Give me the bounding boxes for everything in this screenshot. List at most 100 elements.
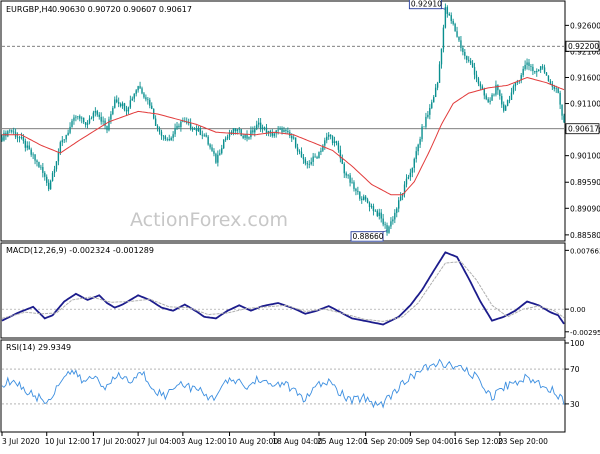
x-tick-label: 9 Sep 04:00 xyxy=(408,437,454,446)
candle-body xyxy=(538,70,540,72)
candle-body xyxy=(174,128,176,135)
candle-body xyxy=(145,97,147,100)
candle-body xyxy=(55,161,58,170)
candle-body xyxy=(84,122,87,125)
candle-body xyxy=(221,148,223,154)
candle-body xyxy=(561,104,563,116)
candle-body xyxy=(294,137,297,148)
candle-body xyxy=(304,159,307,164)
candle-body xyxy=(335,141,338,143)
candle-body xyxy=(376,210,379,216)
candle-body xyxy=(547,75,550,82)
candle-body xyxy=(524,64,526,69)
candle-body xyxy=(75,116,77,118)
x-tick-label: 16 Sep 12:00 xyxy=(453,437,503,446)
candle-body xyxy=(351,182,353,183)
candle-body xyxy=(431,102,433,108)
candle-body xyxy=(285,129,287,131)
candle-body xyxy=(127,107,130,112)
candle-body xyxy=(481,86,484,90)
candle-body xyxy=(26,145,28,148)
watermark: ActionForex.com xyxy=(130,209,288,231)
candle-body xyxy=(347,175,349,176)
candle-body xyxy=(149,99,151,106)
candle-body xyxy=(555,88,557,89)
candle-body xyxy=(370,206,373,208)
rsi-y-tick-label: 30 xyxy=(570,400,580,409)
candle-body xyxy=(197,128,200,132)
candle-body xyxy=(49,181,52,190)
macd-y-tick-label: -0.002952 xyxy=(570,329,600,337)
candle-body xyxy=(176,125,178,129)
candle-body xyxy=(392,219,394,222)
candle-body xyxy=(92,112,95,118)
candle-body xyxy=(114,99,116,108)
candle-body xyxy=(88,118,91,124)
candle-body xyxy=(345,173,347,176)
candle-body xyxy=(291,135,293,139)
candle-body xyxy=(209,144,211,148)
candle-body xyxy=(292,137,295,139)
candle-body xyxy=(108,119,110,131)
sma-line xyxy=(2,76,565,196)
candle-body xyxy=(102,120,104,122)
price-y-tick-label: 0.91600 xyxy=(570,73,600,82)
candle-body xyxy=(364,196,367,200)
candle-body xyxy=(170,137,172,141)
candle-body xyxy=(359,191,361,199)
candle-body xyxy=(30,149,32,155)
candle-body xyxy=(429,107,431,115)
candle-body xyxy=(86,123,89,125)
x-tick-label: 3 Jul 2020 xyxy=(2,437,40,446)
candle-body xyxy=(312,156,314,162)
candle-body xyxy=(460,40,462,48)
candle-body xyxy=(473,67,476,75)
candle-body xyxy=(508,99,511,101)
candle-body xyxy=(178,125,180,128)
candle-body xyxy=(271,132,274,136)
candle-body xyxy=(137,86,139,91)
candle-body xyxy=(539,66,542,71)
candle-body xyxy=(211,147,213,151)
candle-body xyxy=(53,169,56,174)
candle-body xyxy=(366,199,369,203)
candle-body xyxy=(71,120,73,127)
candle-body xyxy=(510,92,513,100)
candle-body xyxy=(388,226,390,233)
candle-body xyxy=(162,135,165,137)
candle-body xyxy=(38,162,40,167)
candle-body xyxy=(382,218,384,225)
candle-body xyxy=(261,127,264,130)
candle-body xyxy=(156,125,159,129)
candle-body xyxy=(411,167,414,173)
candle-body xyxy=(390,221,392,227)
candle-body xyxy=(419,139,421,145)
candle-body xyxy=(135,90,137,94)
candle-body xyxy=(59,142,62,153)
candle-body xyxy=(180,121,182,128)
rsi-y-tick-label: 70 xyxy=(570,365,580,374)
candle-body xyxy=(100,116,102,122)
candle-body xyxy=(326,136,328,141)
candle-body xyxy=(117,102,120,104)
candle-body xyxy=(522,68,524,76)
candle-body xyxy=(549,81,552,84)
candle-body xyxy=(378,212,380,216)
candle-body xyxy=(1,137,3,141)
candle-body xyxy=(541,66,544,68)
candle-body xyxy=(506,100,509,106)
candle-body xyxy=(69,126,71,133)
candle-body xyxy=(343,163,345,174)
candle-body xyxy=(36,160,38,163)
candle-body xyxy=(207,136,209,145)
candle-body xyxy=(456,31,458,37)
candle-body xyxy=(65,134,67,140)
candle-body xyxy=(215,153,217,163)
candle-body xyxy=(133,93,135,99)
candle-body xyxy=(398,200,400,209)
candle-body xyxy=(415,151,417,159)
x-tick-label: 27 Jul 04:00 xyxy=(136,437,181,446)
candle-body xyxy=(324,140,326,146)
candle-body xyxy=(203,134,205,136)
candle-body xyxy=(147,99,149,100)
